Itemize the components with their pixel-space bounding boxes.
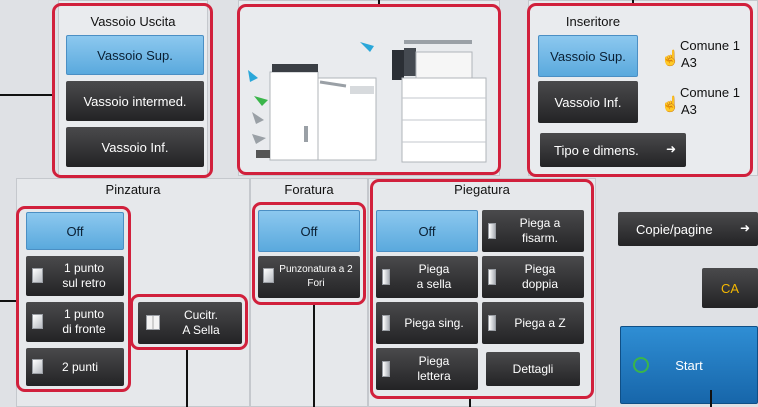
leader-line: [0, 300, 16, 302]
copies-pages-button[interactable]: Copie/pagine ➜: [618, 212, 758, 246]
punch-title: Foratura: [284, 182, 334, 197]
leader-line: [313, 305, 315, 407]
leader-line: [186, 350, 188, 407]
copies-pages-label: Copie/pagine: [636, 221, 713, 237]
output-tray-middle-button[interactable]: Vassoio intermed.: [66, 81, 204, 121]
saddle-fold-button[interactable]: Piega a sella: [376, 256, 478, 298]
finishing-screen: Vassoio Uscita Vassoio Sup. Vassoio inte…: [0, 0, 758, 407]
gate-fold-icon: [488, 223, 496, 239]
gate-fold-button[interactable]: Piega a fisarm.: [482, 210, 584, 252]
staple-off-button[interactable]: Off: [26, 212, 124, 250]
inserter-upper-paper-size: A3: [681, 55, 697, 70]
type-size-button[interactable]: Tipo e dimens. ➜: [540, 133, 686, 167]
punch-two-holes-icon: [263, 268, 274, 283]
stapling-title: Pinzatura: [105, 182, 161, 197]
double-fold-icon: [488, 269, 496, 285]
right-arrow-icon: ➜: [739, 221, 750, 235]
hand-pointer-icon: ☝: [661, 50, 680, 67]
single-fold-icon: [382, 315, 390, 331]
machine-illustration: [248, 40, 487, 163]
fold-title: Piegatura: [454, 182, 510, 197]
staple-one-front-icon: [32, 314, 43, 329]
leader-line: [0, 94, 52, 96]
leader-line: [469, 399, 471, 407]
output-tray-title: Vassoio Uscita: [90, 14, 176, 29]
type-size-label: Tipo e dimens.: [554, 142, 639, 158]
saddle-stitch-icon: [146, 315, 160, 330]
start-button[interactable]: Start: [620, 326, 758, 404]
inserter-lower-button[interactable]: Vassoio Inf.: [538, 81, 638, 123]
letter-fold-icon: [382, 361, 390, 377]
hand-pointer-icon: ☝: [661, 96, 680, 113]
fold-off-button[interactable]: Off: [376, 210, 478, 252]
inserter-lower-paper-type: Comune 1: [680, 85, 740, 100]
inserter-upper-paper-type: Comune 1: [680, 38, 740, 53]
letter-fold-button[interactable]: Piega lettera: [376, 348, 478, 390]
z-fold-button[interactable]: Piega a Z: [482, 302, 584, 344]
leader-line: [710, 390, 712, 407]
selected-tray-arrow-icon: [360, 42, 374, 52]
saddle-fold-icon: [382, 269, 390, 285]
punch-off-button[interactable]: Off: [258, 210, 360, 252]
inserter-lower-paper-size: A3: [681, 102, 697, 117]
output-tray-lower-button[interactable]: Vassoio Inf.: [66, 127, 204, 167]
start-label: Start: [675, 357, 703, 373]
leader-line: [378, 0, 380, 4]
inserter-upper-button[interactable]: Vassoio Sup.: [538, 35, 638, 77]
leader-line: [632, 0, 634, 3]
right-arrow-icon: ➜: [665, 142, 676, 156]
output-tray-upper-button[interactable]: Vassoio Sup.: [66, 35, 204, 75]
single-fold-button[interactable]: Piega sing.: [376, 302, 478, 344]
inserter-title: Inseritore: [565, 14, 621, 29]
fold-details-button[interactable]: Dettagli: [486, 352, 580, 386]
clear-all-button[interactable]: CA: [702, 268, 758, 308]
staple-two-icon: [32, 359, 43, 374]
double-fold-button[interactable]: Piega doppia: [482, 256, 584, 298]
start-diamond-icon: [633, 357, 649, 373]
staple-one-back-icon: [32, 268, 43, 283]
z-fold-icon: [488, 315, 496, 331]
